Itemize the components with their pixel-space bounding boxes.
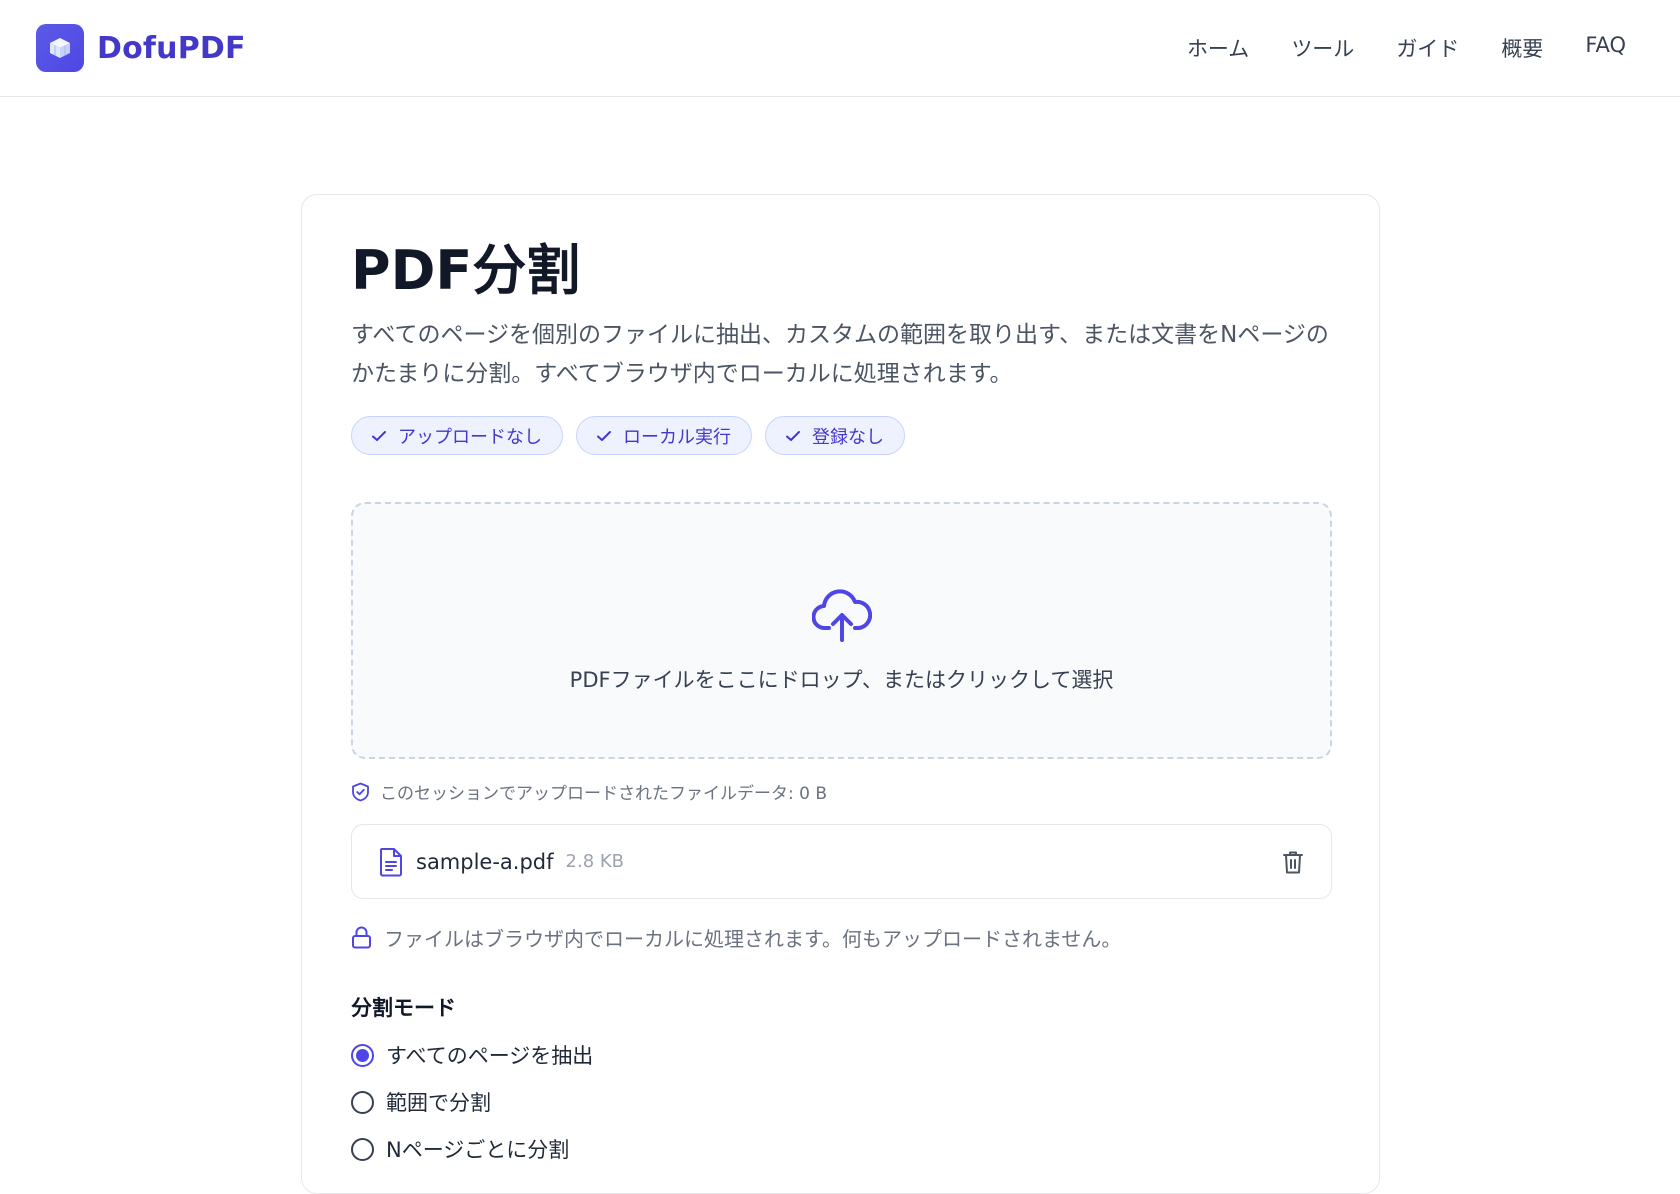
cube-icon: [36, 24, 84, 72]
cloud-upload-icon: [811, 589, 872, 642]
session-note: このセッションでアップロードされたファイルデータ: 0 B: [351, 779, 1330, 804]
nav-faq[interactable]: FAQ: [1585, 33, 1626, 63]
option-label: 範囲で分割: [386, 1091, 491, 1116]
split-mode-option-all[interactable]: すべてのページを抽出: [351, 1040, 1330, 1070]
badge-local: ローカル実行: [576, 416, 752, 456]
page-description: すべてのページを個別のファイルに抽出、カスタムの範囲を取り出す、または文書をNペ…: [351, 322, 1329, 388]
file-size: 2.8 KB: [565, 851, 625, 873]
split-mode-option-range[interactable]: 範囲で分割: [351, 1087, 1330, 1117]
shield-check-icon: [352, 782, 369, 802]
lock-icon: [352, 926, 371, 949]
session-note-text: このセッションでアップロードされたファイルデータ: 0 B: [380, 784, 828, 805]
split-mode-title: 分割モード: [351, 996, 456, 1021]
badge-no-upload: アップロードなし: [351, 416, 563, 456]
nav-home[interactable]: ホーム: [1187, 33, 1249, 63]
check-icon: [786, 430, 800, 441]
radio-button[interactable]: [351, 1043, 374, 1067]
page-title: PDF分割: [351, 239, 581, 302]
check-icon: [372, 430, 386, 441]
split-mode-option-every-n[interactable]: Nページごとに分割: [351, 1134, 1330, 1164]
option-label: Nページごとに分割: [386, 1138, 570, 1163]
trash-icon[interactable]: [1281, 849, 1305, 875]
badge-no-signup: 登録なし: [765, 416, 905, 456]
radio-button[interactable]: [351, 1137, 374, 1161]
feature-badges: アップロードなし ローカル実行 登録なし: [351, 416, 1330, 456]
badge-label: アップロードなし: [398, 426, 542, 448]
badge-label: ローカル実行: [623, 426, 731, 448]
local-processing-note: ファイルはブラウザ内でローカルに処理されます。何もアップロードされません。: [351, 923, 1330, 952]
badge-label: 登録なし: [812, 426, 884, 448]
pdf-dropzone[interactable]: PDFファイルをここにドロップ、またはクリックして選択: [351, 502, 1332, 760]
file-name: sample-a.pdf: [416, 849, 554, 874]
nav-tools[interactable]: ツール: [1291, 33, 1354, 63]
nav-guide[interactable]: ガイド: [1396, 33, 1459, 63]
file-item: sample-a.pdf 2.8 KB: [351, 824, 1332, 900]
dropzone-text: PDFファイルをここにドロップ、またはクリックして選択: [569, 667, 1114, 692]
option-label: すべてのページを抽出: [386, 1044, 594, 1069]
file-document-icon: [380, 847, 402, 877]
tool-card: PDF分割 すべてのページを個別のファイルに抽出、カスタムの範囲を取り出す、また…: [301, 194, 1380, 1194]
nav-about[interactable]: 概要: [1501, 33, 1543, 63]
check-icon: [597, 430, 611, 441]
brand-name: DofuPDF: [97, 30, 246, 66]
brand[interactable]: DofuPDF: [36, 24, 246, 72]
main-nav: ホーム ツール ガイド 概要 FAQ: [1187, 33, 1626, 63]
local-note-text: ファイルはブラウザ内でローカルに処理されます。何もアップロードされません。: [384, 927, 1122, 952]
site-header: DofuPDF ホーム ツール ガイド 概要 FAQ: [0, 0, 1680, 97]
radio-button[interactable]: [351, 1090, 374, 1114]
